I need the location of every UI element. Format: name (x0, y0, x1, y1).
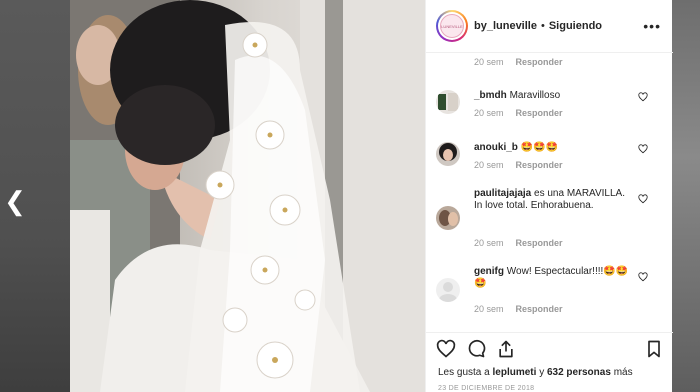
comment-meta: 20 sem Responder (474, 304, 563, 314)
comment-time: 20 sem (474, 57, 504, 67)
previous-post-arrow-icon[interactable]: ❮ (4, 186, 26, 216)
comment-time: 20 sem (474, 108, 504, 118)
reply-button[interactable]: Responder (516, 160, 563, 170)
commenter-avatar[interactable] (436, 206, 460, 230)
reply-button[interactable]: Responder (516, 57, 563, 67)
like-heart-icon[interactable] (436, 339, 456, 359)
comment-meta: 20 sem Responder (474, 160, 563, 170)
commenter-avatar[interactable] (436, 278, 460, 302)
comment-body: _bmdh Maravilloso (474, 90, 636, 102)
comment-time: 20 sem (474, 238, 504, 248)
post-date: 23 DE DICIEMBRE DE 2018 (438, 385, 535, 392)
comment-body: genifg Wow! Espectacular!!!!🤩🤩🤩 (474, 266, 636, 290)
post-side-panel: LUNEVILLE by_luneville • Siguiendo ••• 2… (425, 0, 673, 392)
comment-time: 20 sem (474, 304, 504, 314)
comment-text: Maravilloso (509, 90, 561, 101)
commenter-username[interactable]: _bmdh (474, 90, 507, 101)
comment-meta: 20 sem Responder (474, 57, 563, 67)
like-comment-heart-icon[interactable] (638, 194, 648, 204)
comment-body: paulitajajaja es una MARAVILLA. In love … (474, 188, 636, 212)
commenter-avatar[interactable] (436, 90, 460, 114)
separator-dot: • (540, 20, 545, 32)
comments-list: 20 sem Responder _bmdh Maravilloso 20 se… (426, 54, 673, 332)
bookmark-icon[interactable] (644, 339, 664, 359)
post-header: LUNEVILLE by_luneville • Siguiendo ••• (426, 0, 673, 53)
reply-button[interactable]: Responder (516, 304, 563, 314)
logo-text: LUNEVILLE (441, 23, 463, 29)
profile-avatar[interactable]: LUNEVILLE (436, 10, 468, 42)
likes-user[interactable]: leplumeti (493, 367, 537, 378)
comment-meta: 20 sem Responder (474, 238, 563, 248)
comment-meta: 20 sem Responder (474, 108, 563, 118)
likes-and: y (539, 367, 545, 378)
likes-suffix: más (613, 367, 633, 378)
like-comment-heart-icon[interactable] (638, 272, 648, 282)
commenter-username[interactable]: anouki_b (474, 142, 518, 153)
post-photo (70, 0, 425, 392)
more-options-icon[interactable]: ••• (643, 18, 661, 34)
comment-body: anouki_b 🤩🤩🤩 (474, 142, 636, 154)
commenter-username[interactable]: genifg (474, 266, 504, 277)
comment-text: 🤩🤩🤩 (520, 142, 559, 153)
share-upload-icon[interactable] (496, 339, 516, 359)
likes-count[interactable]: 632 personas (547, 367, 611, 378)
commenter-username[interactable]: paulitajajaja (474, 188, 531, 199)
commenter-avatar[interactable] (436, 142, 460, 166)
likes-prefix: Les gusta a (438, 367, 490, 378)
avatar-inner: LUNEVILLE (438, 12, 466, 40)
post-actions-bar: Les gusta a leplumeti y 632 personas más… (426, 332, 673, 392)
follow-status-button[interactable]: Siguiendo (549, 20, 602, 32)
background-page-right (672, 0, 700, 392)
like-comment-heart-icon[interactable] (638, 92, 648, 102)
comment-bubble-icon[interactable] (466, 339, 486, 359)
post-username[interactable]: by_luneville (474, 20, 537, 32)
like-comment-heart-icon[interactable] (638, 144, 648, 154)
likes-summary: Les gusta a leplumeti y 632 personas más (438, 367, 633, 378)
reply-button[interactable]: Responder (516, 108, 563, 118)
brand-logo-icon: LUNEVILLE (440, 14, 464, 38)
reply-button[interactable]: Responder (516, 238, 563, 248)
comment-time: 20 sem (474, 160, 504, 170)
